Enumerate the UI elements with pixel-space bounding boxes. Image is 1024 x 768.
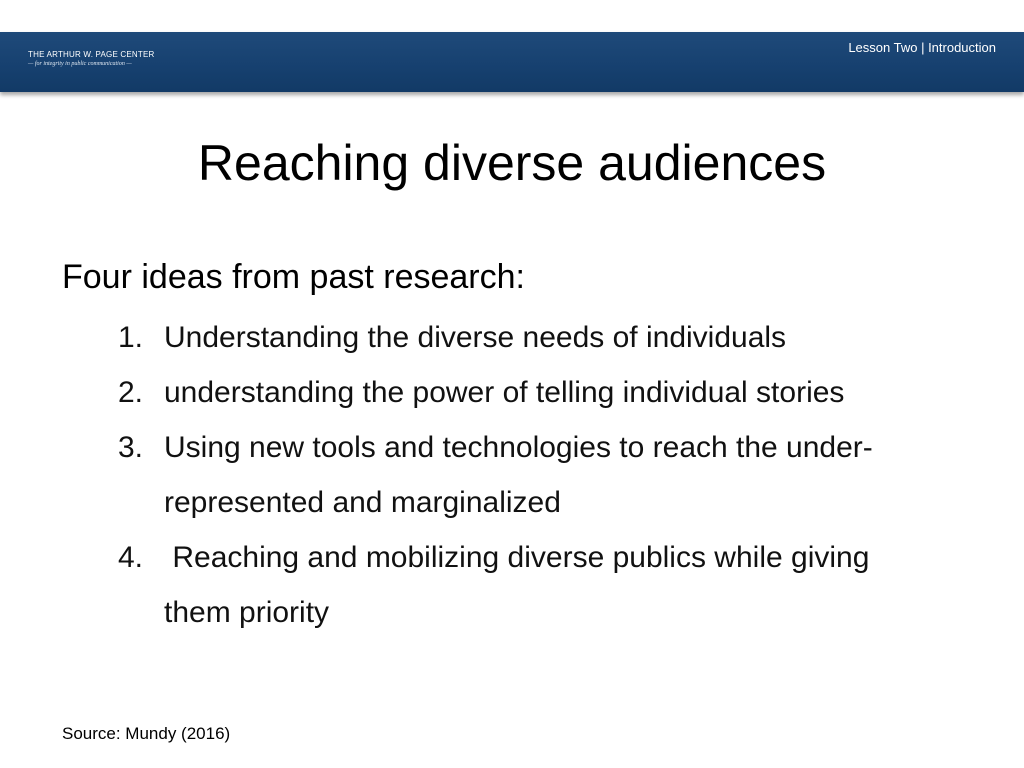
item-text: understanding the power of telling indiv… <box>164 376 845 409</box>
item-text: Using new tools and technologies to reac… <box>164 431 873 519</box>
intro-text: Four ideas from past research: <box>62 258 525 296</box>
item-number: 1. <box>118 321 144 354</box>
list-item: 4. Reaching and mobilizing diverse publi… <box>118 530 918 640</box>
slide: THE ARTHUR W. PAGE CENTER — for integrit… <box>0 0 1024 768</box>
item-number: 4. <box>118 541 144 574</box>
list-item: 2. understanding the power of telling in… <box>118 365 898 420</box>
ideas-list: 1. Understanding the diverse needs of in… <box>118 310 958 640</box>
lesson-label: Lesson Two | Introduction <box>848 40 996 55</box>
list-item: 1. Understanding the diverse needs of in… <box>118 310 938 365</box>
page-center-logo: THE ARTHUR W. PAGE CENTER — for integrit… <box>28 50 155 68</box>
item-text: Reaching and mobilizing diverse publics … <box>164 541 878 629</box>
top-white-band <box>0 0 1024 32</box>
source-citation: Source: Mundy (2016) <box>62 724 231 743</box>
item-number: 2. <box>118 376 144 409</box>
logo-tagline: — for integrity in public communication … <box>28 61 132 67</box>
logo-name: THE ARTHUR W. PAGE CENTER <box>28 50 155 59</box>
item-number: 3. <box>118 431 144 464</box>
slide-title: Reaching diverse audiences <box>197 135 827 191</box>
item-text: Understanding the diverse needs of indiv… <box>164 321 787 354</box>
list-item: 3. Using new tools and technologies to r… <box>118 420 918 530</box>
